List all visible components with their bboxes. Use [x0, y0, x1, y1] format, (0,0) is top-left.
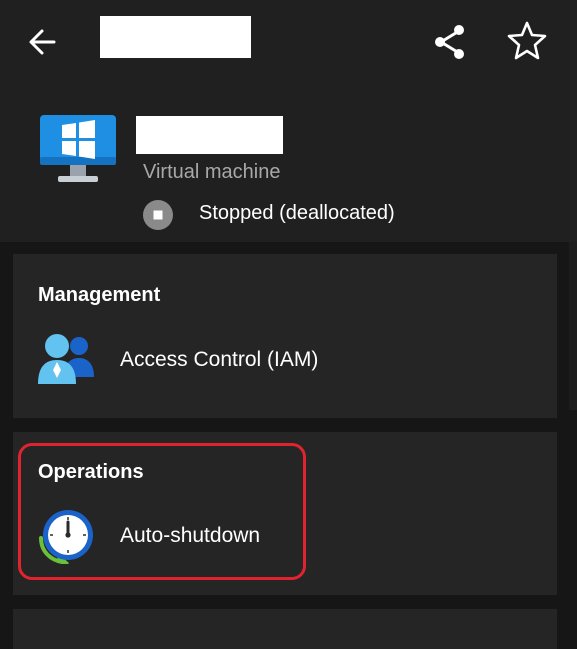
menu-item-auto-shutdown[interactable]: Auto-shutdown — [13, 504, 557, 571]
stopped-status-icon — [142, 199, 174, 231]
windows-vm-icon — [38, 115, 118, 187]
menu-item-access-control[interactable]: Access Control (IAM) — [13, 328, 557, 392]
resource-type-label: Virtual machine — [143, 161, 281, 183]
next-section — [13, 609, 557, 649]
favorite-button[interactable] — [504, 18, 550, 64]
edge-strip — [569, 242, 577, 410]
share-icon — [435, 25, 464, 59]
clock-icon — [37, 508, 95, 571]
resource-name-redacted — [136, 116, 283, 154]
menu-item-label: Access Control (IAM) — [120, 348, 319, 371]
management-section: Management Access Control (IAM) — [13, 254, 557, 418]
section-title: Operations — [38, 461, 144, 483]
menu-item-label: Auto-shutdown — [120, 524, 261, 547]
star-outline-icon — [507, 21, 547, 60]
status-label: Stopped (deallocated) — [199, 202, 395, 224]
arrow-left-icon — [29, 29, 56, 55]
users-icon — [37, 332, 95, 388]
section-title: Management — [38, 284, 161, 306]
operations-section: Operations Auto-shutdown — [13, 432, 557, 595]
back-button[interactable] — [22, 22, 66, 62]
resource-header: Virtual machine Stopped (deallocated) — [0, 0, 577, 242]
page-title-redacted — [100, 16, 251, 58]
share-button[interactable] — [428, 20, 472, 64]
